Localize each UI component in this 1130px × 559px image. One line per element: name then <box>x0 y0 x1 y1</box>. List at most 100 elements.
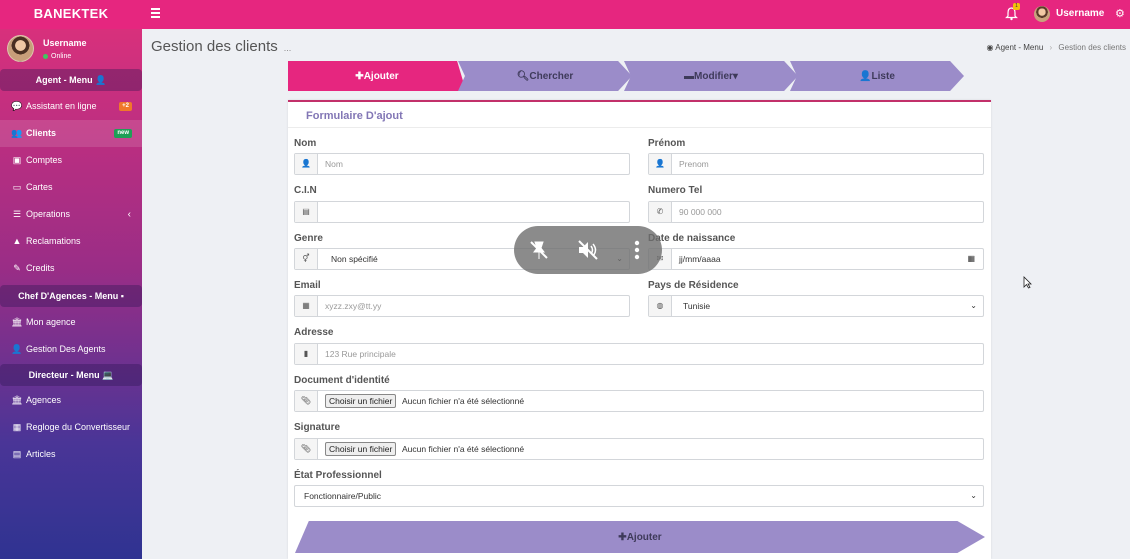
email-label: Email <box>294 280 321 291</box>
sidebar-item-articles[interactable]: ▤ Articles <box>0 441 142 468</box>
section-header-agent: Agent - Menu 👤 <box>0 69 142 91</box>
prenom-input[interactable]: Prenom <box>679 154 709 174</box>
page-title-text: Gestion des clients <box>151 38 278 55</box>
gears-icon[interactable]: ⚙ <box>1115 7 1125 20</box>
paperclip-icon: 📎︎ <box>295 439 318 459</box>
avatar[interactable] <box>1034 6 1050 22</box>
globe-icon: ◍ <box>649 296 672 316</box>
choose-file-button[interactable]: Choisir un fichier <box>325 394 397 408</box>
mute-icon[interactable] <box>576 239 600 261</box>
tab-modifier[interactable]: ▬Modifier▾ <box>624 61 798 91</box>
etat-label: État Professionnel <box>294 470 382 481</box>
adresse-label: Adresse <box>294 327 334 338</box>
tab-ajouter[interactable]: ✚Ajouter <box>288 61 466 91</box>
sidebar-item-reclamations[interactable]: ▲ Reclamations <box>0 228 142 255</box>
naissance-field[interactable]: ✉ jj/mm/aaaa ▦ <box>648 248 984 270</box>
brand-logo[interactable]: BANEKTEK <box>0 0 142 29</box>
adresse-field[interactable]: ▮ 123 Rue principale <box>294 343 984 365</box>
sidebar-item-comptes[interactable]: ▣ Comptes <box>0 147 142 174</box>
breadcrumb-home[interactable]: Agent - Menu <box>995 43 1043 52</box>
unpin-icon[interactable] <box>528 239 550 261</box>
user-icon: 👤 <box>649 154 672 174</box>
menu-toggle-icon[interactable] <box>151 8 160 18</box>
email-field[interactable]: ▦ xyzz.zxy@tt.yy <box>294 295 630 317</box>
etat-select[interactable]: Fonctionnaire/Public ⌄ <box>294 485 984 507</box>
notification-count-badge: 1 <box>1013 3 1020 10</box>
tab-label: Modifier <box>694 71 733 82</box>
document-file-field[interactable]: 📎︎ Choisir un fichier Aucun fichier n'a … <box>294 390 984 412</box>
section-header-directeur: Directeur - Menu 💻 <box>0 364 142 386</box>
breadcrumb-separator: › <box>1049 43 1053 52</box>
newspaper-icon: ▤ <box>12 449 22 459</box>
email-input[interactable]: xyzz.zxy@tt.yy <box>325 296 381 316</box>
sidebar-item-credits[interactable]: ✎ Credits <box>0 255 142 282</box>
choose-file-button[interactable]: Choisir un fichier <box>325 442 397 456</box>
signature-label: Signature <box>294 422 341 433</box>
tel-field[interactable]: ✆ 90 000 000 <box>648 201 984 223</box>
tel-label: Numero Tel <box>648 185 703 196</box>
submit-label: Ajouter <box>626 532 662 543</box>
file-status: Aucun fichier n'a été sélectionné <box>402 444 525 454</box>
divider <box>288 127 991 128</box>
briefcase-icon: ▬ <box>684 71 695 82</box>
sidebar-item-label: Credits <box>26 263 55 273</box>
user-icon: 👤 <box>859 71 872 82</box>
cin-field[interactable]: ▤ <box>294 201 630 223</box>
briefcase-icon: ▪ <box>120 291 124 301</box>
sidebar-item-label: Agences <box>26 395 62 405</box>
laptop-icon: 💻 <box>102 370 114 380</box>
sidebar: Username Online Agent - Menu 👤 💬 Assista… <box>0 29 142 559</box>
genre-value: Non spécifié <box>331 254 378 264</box>
comments-icon: 💬 <box>11 101 23 111</box>
count-badge: +2 <box>119 102 132 111</box>
plus-icon: ✚ <box>618 532 627 543</box>
sidebar-item-label: Mon agence <box>26 317 76 327</box>
pays-value: Tunisie <box>683 301 711 311</box>
tel-input[interactable]: 90 000 000 <box>679 202 722 222</box>
nom-input[interactable]: Nom <box>325 154 343 174</box>
prenom-field[interactable]: 👤 Prenom <box>648 153 984 175</box>
sidebar-item-label: Reclamations <box>26 236 81 246</box>
plus-icon: ✚ <box>355 71 364 82</box>
nom-field[interactable]: 👤 Nom <box>294 153 630 175</box>
online-status: Online <box>43 53 71 60</box>
new-badge: new <box>114 129 132 138</box>
adresse-input[interactable]: 123 Rue principale <box>325 344 396 364</box>
media-overlay-controls <box>514 226 662 274</box>
sidebar-item-assistant[interactable]: 💬 Assistant en ligne +2 <box>0 93 142 120</box>
sidebar-item-label: Clients <box>26 128 57 138</box>
sidebar-item-label: Operations <box>26 209 71 219</box>
document-label: Document d'identité <box>294 375 390 386</box>
list-icon: ☰ <box>12 209 22 219</box>
tab-label: Ajouter <box>363 71 399 82</box>
bank-icon: 🏛 <box>11 317 23 327</box>
calendar-icon[interactable]: ▦ <box>967 249 975 269</box>
top-navbar: BANEKTEK 1 Username ⚙ <box>0 0 1130 29</box>
naissance-input[interactable]: jj/mm/aaaa <box>679 249 721 269</box>
ajouter-submit-button[interactable]: ✚Ajouter <box>295 521 985 553</box>
sidebar-item-cartes[interactable]: ▭ Cartes <box>0 174 142 201</box>
sidebar-item-gestion-agents[interactable]: 👤 Gestion Des Agents <box>0 336 142 363</box>
pays-label: Pays de Résidence <box>648 280 739 291</box>
calendar-icon: ▦ <box>295 296 318 316</box>
more-vertical-icon[interactable] <box>632 239 642 261</box>
phone-icon: ✆ <box>649 202 672 222</box>
top-username[interactable]: Username <box>1056 8 1104 19</box>
sidebar-item-agences[interactable]: 🏛 Agences <box>0 387 142 414</box>
cin-label: C.I.N <box>294 185 317 196</box>
sidebar-item-mon-agence[interactable]: 🏛 Mon agence <box>0 309 142 336</box>
sidebar-item-operations[interactable]: ☰ Operations ‹ <box>0 201 142 228</box>
tab-liste[interactable]: 👤Liste <box>790 61 964 91</box>
avatar <box>7 35 34 62</box>
section-header-directeur-label: Directeur - Menu <box>28 370 100 380</box>
dashboard-icon: ◉ <box>986 43 994 52</box>
sidebar-item-clients[interactable]: 👥 Clients new <box>0 120 142 147</box>
search-icon: 🔍︎ <box>516 71 530 82</box>
briefcase-icon: ▣ <box>12 155 22 165</box>
form-tabs: ✚Ajouter 🔍︎Chercher ▬Modifier▾ 👤Liste <box>288 61 968 91</box>
pays-select[interactable]: ◍ Tunisie ⌄ <box>648 295 984 317</box>
signature-file-field[interactable]: 📎︎ Choisir un fichier Aucun fichier n'a … <box>294 438 984 460</box>
sidebar-item-convertisseur[interactable]: ▦ Regloge du Convertisseur <box>0 414 142 441</box>
naissance-label: Date de naissance <box>648 233 736 244</box>
tab-chercher[interactable]: 🔍︎Chercher <box>458 61 632 91</box>
